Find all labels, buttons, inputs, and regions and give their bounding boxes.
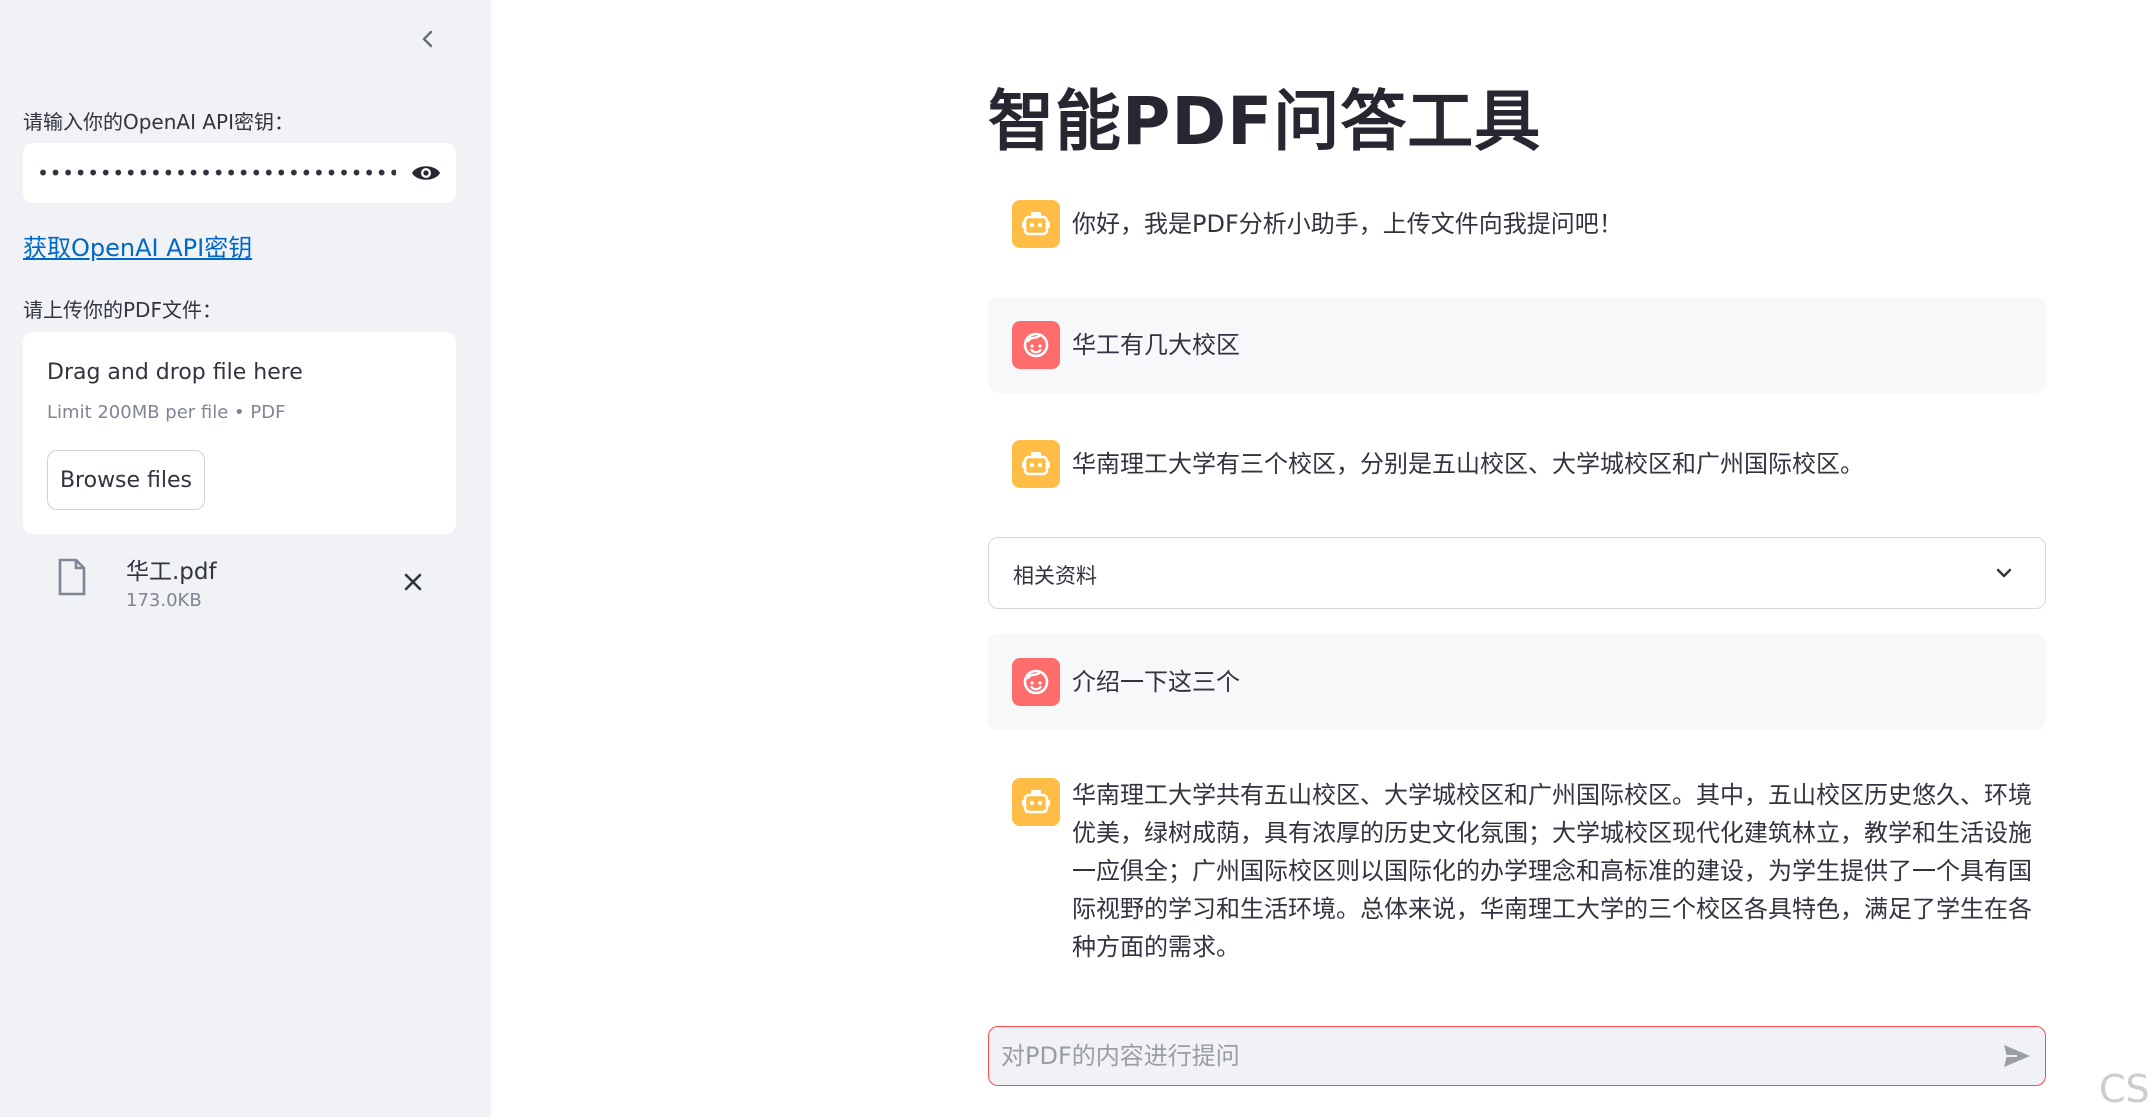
message-text: 华工有几大校区	[1072, 331, 1240, 359]
file-size: 173.0KB	[126, 590, 202, 611]
chevron-left-icon	[422, 30, 433, 48]
close-icon	[404, 573, 422, 591]
robot-icon	[1022, 790, 1050, 814]
chat-message-user: 介绍一下这三个	[988, 634, 2046, 730]
show-password-button[interactable]	[396, 143, 456, 203]
robot-icon	[1022, 212, 1050, 236]
api-key-input[interactable]	[23, 143, 396, 203]
chat-message-assistant: 你好，我是PDF分析小助手，上传文件向我提问吧！	[988, 186, 2046, 262]
chevron-down-icon	[1996, 568, 2012, 578]
expander-label: 相关资料	[1013, 564, 1097, 588]
message-text: 你好，我是PDF分析小助手，上传文件向我提问吧！	[1072, 210, 1623, 238]
chat-message-assistant: 华南理工大学有三个校区，分别是五山校区、大学城校区和广州国际校区。	[988, 426, 2046, 502]
dropzone-limit: Limit 200MB per file • PDF	[47, 402, 286, 423]
api-key-field	[23, 143, 456, 203]
message-text: 华南理工大学共有五山校区、大学城校区和广州国际校区。其中，五山校区历史悠久、环境…	[1072, 781, 2032, 961]
chat-message-assistant: 华南理工大学共有五山校区、大学城校区和广州国际校区。其中，五山校区历史悠久、环境…	[988, 760, 2046, 980]
send-button[interactable]	[1989, 1028, 2045, 1084]
message-text: 介绍一下这三个	[1072, 668, 1240, 696]
dropzone-title: Drag and drop file here	[47, 360, 303, 385]
bot-avatar	[1012, 778, 1060, 826]
upload-label: 请上传你的PDF文件：	[23, 298, 222, 322]
collapse-sidebar-button[interactable]	[413, 24, 443, 54]
robot-icon	[1022, 452, 1050, 476]
api-key-label: 请输入你的OpenAI API密钥：	[23, 110, 294, 134]
file-icon	[58, 558, 86, 596]
related-docs-expander[interactable]: 相关资料	[988, 537, 2046, 609]
file-dropzone[interactable]: Drag and drop file here Limit 200MB per …	[23, 332, 456, 534]
uploaded-file: 华工.pdf 173.0KB	[23, 546, 456, 616]
remove-file-button[interactable]	[395, 564, 431, 600]
smiley-icon	[1023, 669, 1049, 695]
smiley-icon	[1023, 332, 1049, 358]
browse-files-button[interactable]: Browse files	[47, 450, 205, 510]
send-icon	[2004, 1045, 2030, 1067]
message-text: 华南理工大学有三个校区，分别是五山校区、大学城校区和广州国际校区。	[1072, 450, 1864, 478]
get-api-key-link[interactable]: 获取OpenAI API密钥	[23, 228, 252, 263]
user-avatar	[1012, 321, 1060, 369]
bot-avatar	[1012, 440, 1060, 488]
file-name: 华工.pdf	[126, 559, 217, 585]
eye-icon	[412, 166, 440, 180]
chat-input-field	[988, 1026, 2046, 1086]
main-content: 智能PDF问答工具 你好，我是PDF分析小助手，上传文件向我提问吧！ 华工有几大…	[491, 0, 2150, 1117]
page-title: 智能PDF问答工具	[988, 83, 1542, 160]
sidebar: 请输入你的OpenAI API密钥： 获取OpenAI API密钥 请上传你的P…	[0, 0, 491, 1117]
chat-message-user: 华工有几大校区	[988, 297, 2046, 393]
chat-input[interactable]	[989, 1027, 1989, 1085]
watermark: CSDN @橙意满满的西瓜大侠	[2099, 1067, 2150, 1111]
user-avatar	[1012, 658, 1060, 706]
bot-avatar	[1012, 200, 1060, 248]
